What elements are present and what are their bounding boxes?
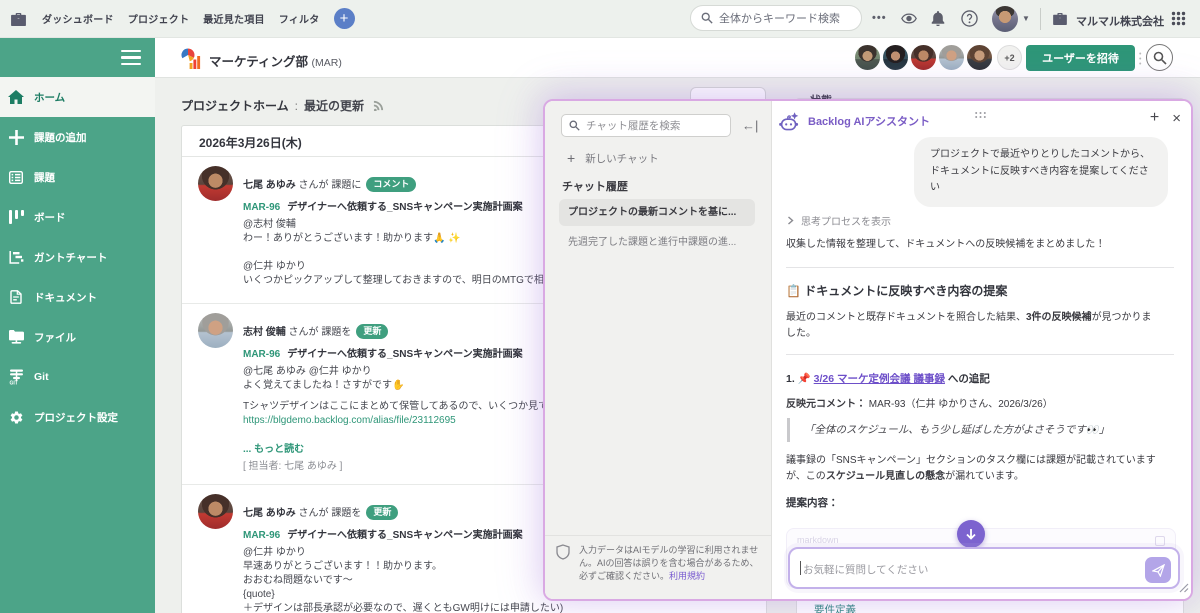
svg-text:GIT: GIT	[9, 381, 17, 385]
